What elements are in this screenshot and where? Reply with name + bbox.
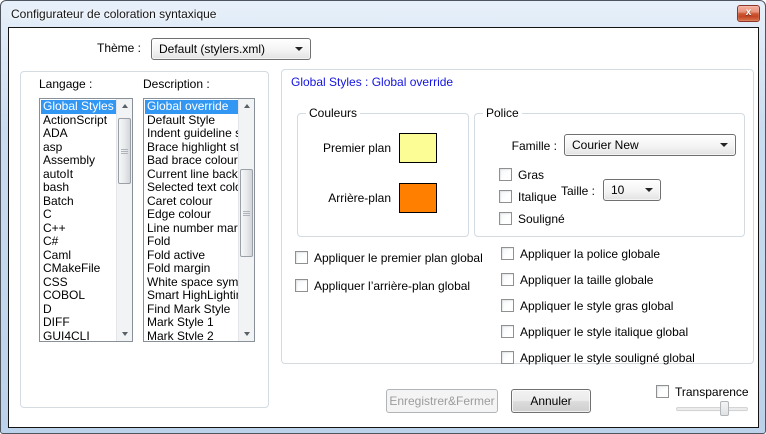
checkbox-unchecked-icon[interactable] (499, 168, 512, 181)
list-item[interactable]: Global override (145, 100, 253, 114)
description-label: Description : (143, 77, 210, 91)
list-item[interactable]: Smart HighLighting (145, 289, 253, 303)
save-and-close-button[interactable]: Enregistrer&Fermer (386, 389, 498, 413)
checkbox-unchecked-icon[interactable] (656, 385, 669, 398)
cancel-button[interactable]: Annuler (511, 389, 591, 413)
list-item[interactable]: Brace highlight styl (145, 141, 253, 155)
font-size-value: 10 (611, 183, 624, 197)
font-size-label: Taille : (523, 184, 595, 198)
checkbox-unchecked-icon[interactable] (499, 190, 512, 203)
apply-global-checkbox-row[interactable]: Appliquer l’arrière-plan global (295, 278, 483, 293)
chevron-down-icon (645, 188, 653, 192)
list-item[interactable]: Selected text colou (145, 181, 253, 195)
list-item[interactable]: Fold (145, 235, 253, 249)
font-family-label: Famille : (479, 139, 557, 153)
checkbox-unchecked-icon[interactable] (501, 273, 514, 286)
current-style-heading: Global Styles : Global override (291, 75, 453, 89)
list-item[interactable]: Fold active (145, 249, 253, 263)
checkbox-unchecked-icon[interactable] (295, 251, 308, 264)
style-configurator-dialog: Configurateur de coloration syntaxique x… (0, 0, 766, 434)
window-title: Configurateur de coloration syntaxique (11, 7, 216, 21)
list-item[interactable]: Caret colour (145, 195, 253, 209)
titlebar[interactable]: Configurateur de coloration syntaxique x (1, 1, 765, 27)
language-listbox[interactable]: Global StylesActionScriptADAaspAssemblya… (39, 98, 133, 342)
scrollbar-thumb[interactable] (118, 118, 131, 184)
chevron-down-icon (720, 143, 728, 147)
foreground-label: Premier plan (281, 141, 391, 155)
font-size-select[interactable]: 10 (603, 179, 661, 201)
list-item[interactable]: Current line backgr (145, 168, 253, 182)
apply-global-checkbox-row[interactable]: Appliquer le premier plan global (295, 250, 483, 265)
transparency-checkbox-row[interactable]: Transparence (656, 384, 749, 399)
apply-global-checkbox-row[interactable]: Appliquer le style souligné global (501, 350, 695, 365)
list-item[interactable]: Line number margin (145, 222, 253, 236)
theme-selected-value: Default (stylers.xml) (159, 42, 265, 56)
checkbox-unchecked-icon[interactable] (501, 247, 514, 260)
list-item[interactable]: Find Mark Style (145, 303, 253, 317)
checkbox-unchecked-icon[interactable] (501, 351, 514, 364)
list-item[interactable]: Mark Style 1 (145, 316, 253, 330)
theme-select[interactable]: Default (stylers.xml) (151, 38, 311, 60)
apply-global-checkbox-row[interactable]: Appliquer le style gras global (501, 298, 695, 313)
foreground-color-swatch[interactable] (399, 133, 437, 163)
font-family-value: Courier New (572, 138, 639, 152)
scroll-down-icon[interactable] (117, 327, 133, 341)
font-style-checkbox-row[interactable]: Gras (499, 167, 565, 182)
list-item[interactable]: Default Style (145, 114, 253, 128)
scroll-up-icon[interactable] (239, 99, 255, 113)
list-item[interactable]: White space symbo (145, 276, 253, 290)
list-item[interactable]: Indent guideline sty (145, 127, 253, 141)
apply-global-checkbox-row[interactable]: Appliquer le style italique global (501, 324, 695, 339)
dialog-body: Thème : Default (stylers.xml) Langage : … (8, 27, 759, 428)
scroll-up-icon[interactable] (117, 99, 133, 113)
checkbox-unchecked-icon[interactable] (501, 299, 514, 312)
colors-groupbox: Couleurs (297, 113, 469, 237)
theme-label: Thème : (39, 41, 141, 55)
apply-global-left-checkboxes: Appliquer le premier plan global Appliqu… (295, 250, 483, 293)
language-label: Langage : (39, 77, 92, 91)
transparency-slider[interactable] (676, 407, 748, 411)
apply-global-right-checkboxes: Appliquer la police globale Appliquer la… (501, 246, 695, 365)
list-item[interactable]: Bad brace colour (145, 154, 253, 168)
checkbox-unchecked-icon[interactable] (501, 325, 514, 338)
chevron-down-icon (295, 47, 303, 51)
background-color-swatch[interactable] (399, 183, 437, 213)
apply-global-checkbox-row[interactable]: Appliquer la police globale (501, 246, 695, 261)
background-label: Arrière-plan (281, 191, 391, 205)
close-icon[interactable]: x (737, 5, 760, 22)
list-item[interactable]: Mark Style 2 (145, 330, 253, 341)
scrollbar-thumb[interactable] (240, 169, 253, 257)
list-item[interactable]: Edge colour (145, 208, 253, 222)
apply-global-checkbox-row[interactable]: Appliquer la taille globale (501, 272, 695, 287)
checkbox-unchecked-icon[interactable] (295, 279, 308, 292)
language-scrollbar[interactable] (116, 99, 132, 341)
font-style-checkbox-row[interactable]: Souligné (499, 211, 565, 226)
transparency-label: Transparence (675, 385, 749, 399)
checkbox-unchecked-icon[interactable] (499, 212, 512, 225)
description-rows: Global overrideDefault StyleIndent guide… (145, 100, 253, 340)
description-listbox[interactable]: Global overrideDefault StyleIndent guide… (143, 98, 255, 342)
transparency-slider-thumb[interactable] (720, 401, 729, 416)
description-scrollbar[interactable] (238, 99, 254, 341)
font-group-title: Police (483, 106, 522, 120)
list-item[interactable]: Fold margin (145, 262, 253, 276)
scroll-down-icon[interactable] (239, 327, 255, 341)
colors-group-title: Couleurs (306, 106, 360, 120)
font-family-select[interactable]: Courier New (564, 134, 736, 156)
